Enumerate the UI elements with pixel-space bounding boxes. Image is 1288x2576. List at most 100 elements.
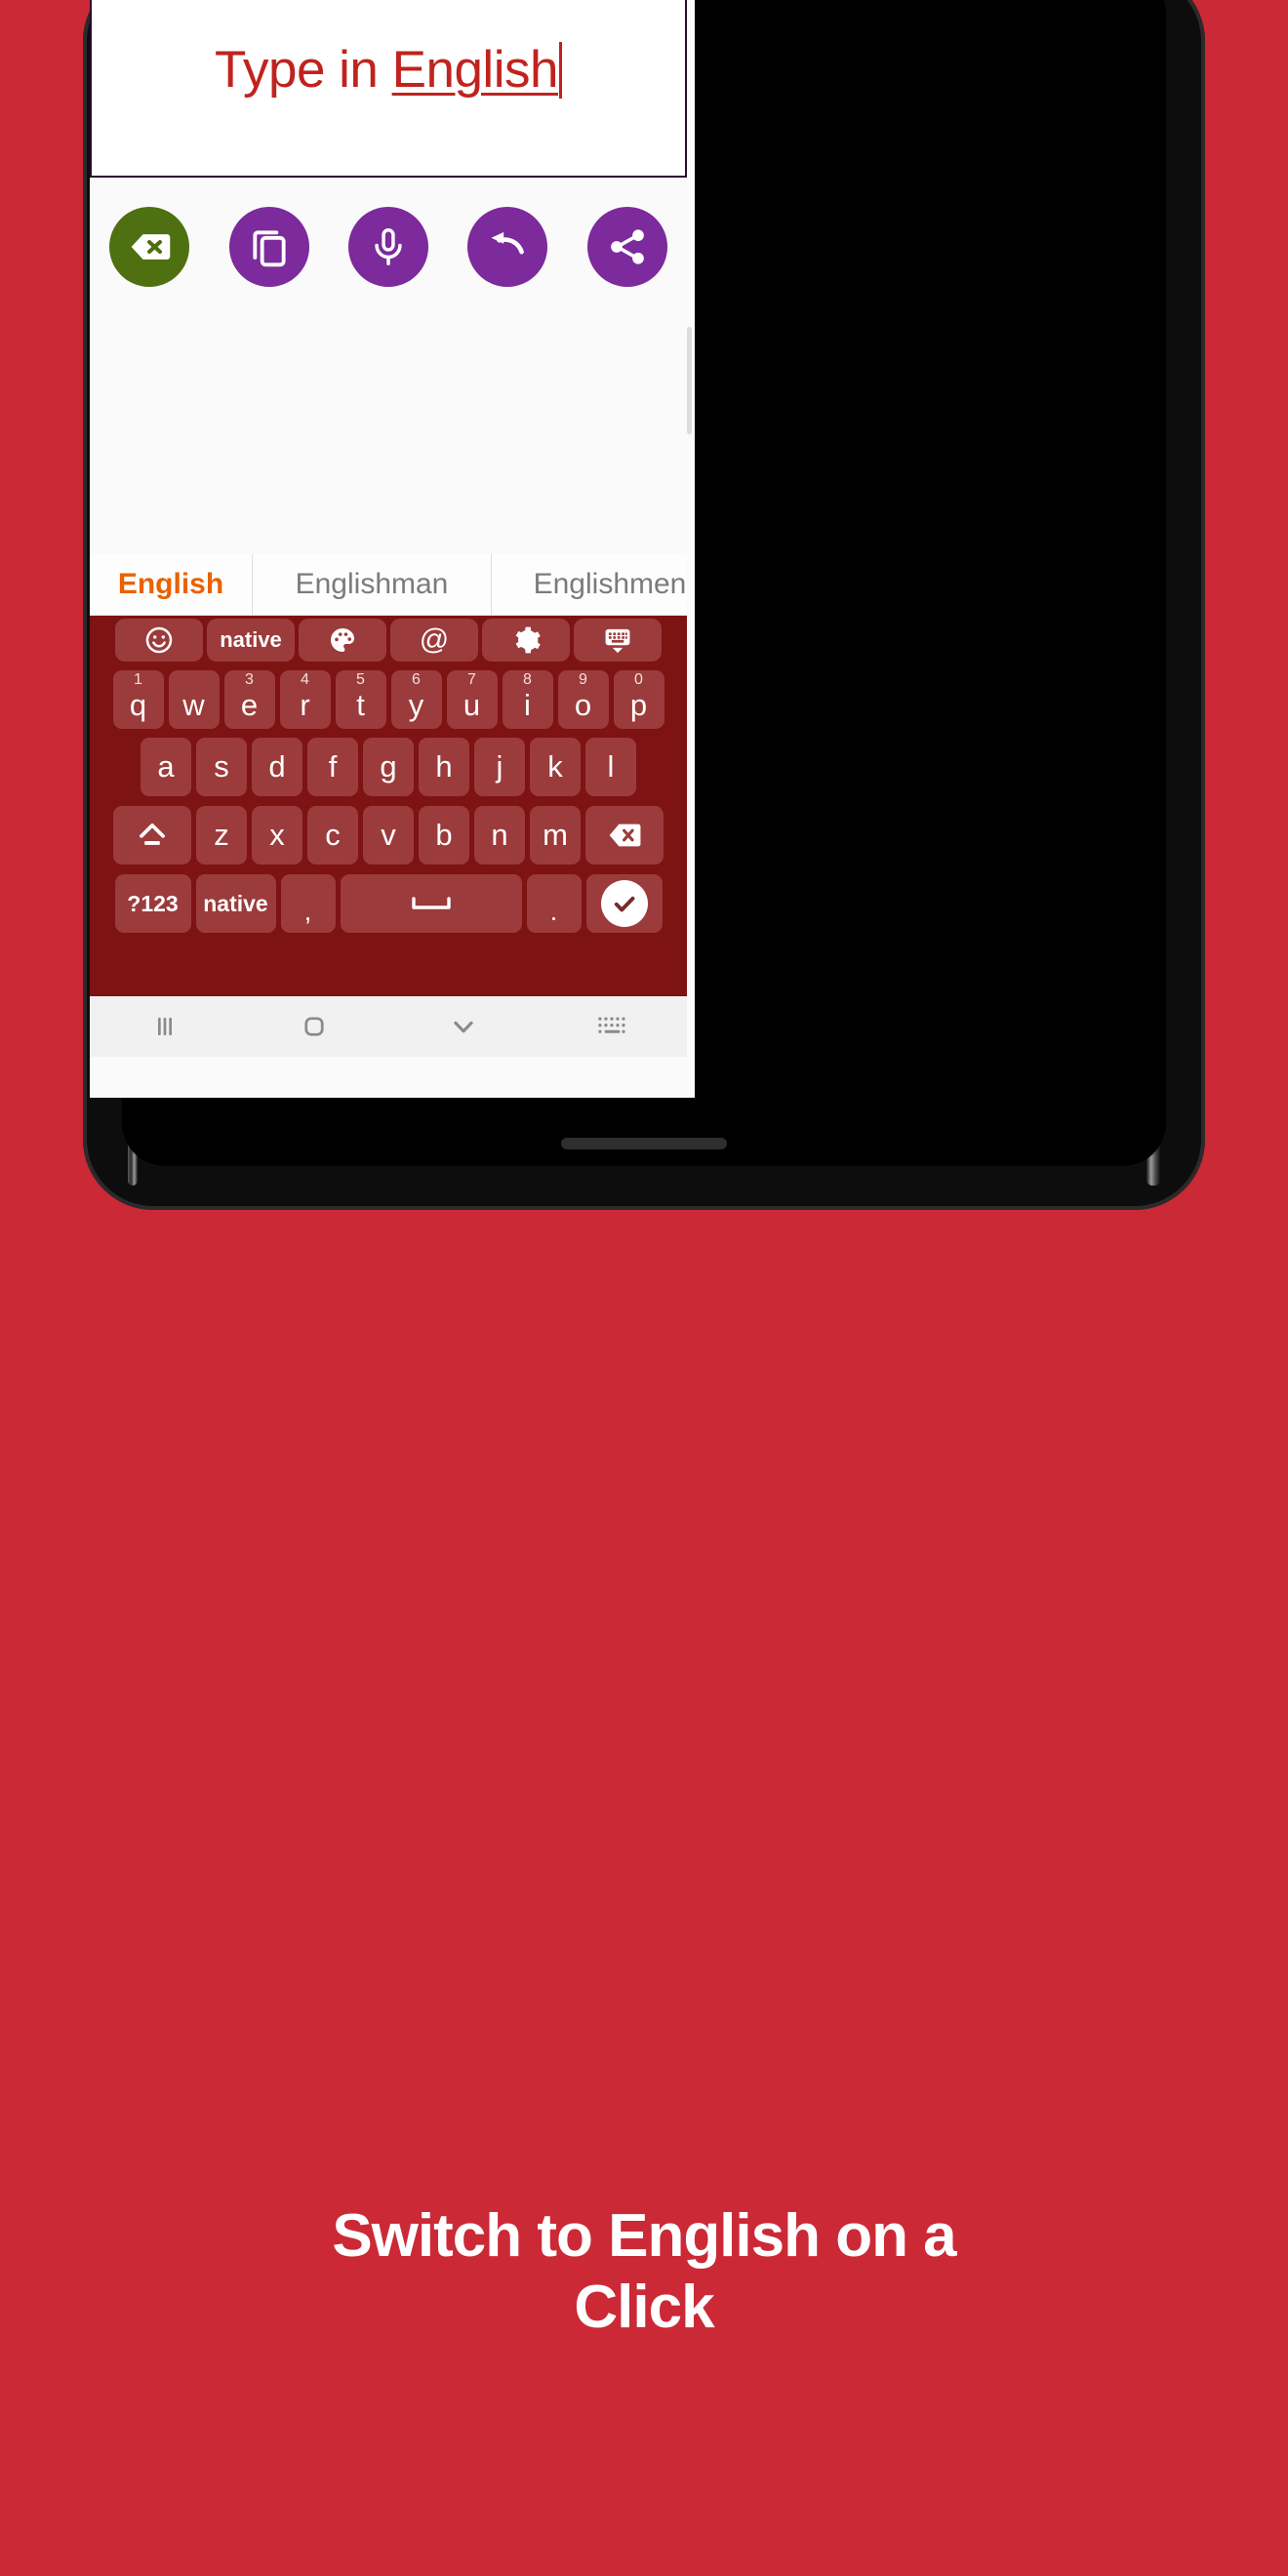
key-g[interactable]: g [363,738,414,796]
shift-icon [140,823,165,845]
suggestion-item-2[interactable]: Englishmen [492,554,695,615]
comma-key[interactable]: , [280,874,336,933]
key-u-number: 7 [467,671,476,688]
key-p-number: 0 [634,671,643,688]
nav-hide-keyboard-button[interactable] [388,1009,538,1044]
at-symbol-key[interactable]: @ [390,619,478,662]
undo-icon [491,231,525,255]
nav-switch-keyboard-button[interactable] [538,1014,687,1039]
suggestion-item-0[interactable]: English [90,554,253,615]
key-c[interactable]: c [307,806,358,865]
key-w[interactable]: w [168,670,220,729]
gear-icon [515,626,541,654]
theme-palette-key[interactable] [299,619,386,662]
check-icon [614,896,634,912]
language-switch-key[interactable]: native [195,874,276,933]
share-button[interactable] [586,207,667,287]
key-z[interactable]: z [196,806,247,865]
copy-icon [252,230,286,267]
editor-text-prefix: Type in [215,40,392,99]
key-t-label: t [356,688,365,722]
space-icon [411,897,451,909]
key-x[interactable]: x [252,806,302,865]
text-caret [558,41,562,99]
hide-keyboard-icon [605,628,630,654]
keyboard-row-4: ?123 native , . [90,869,687,938]
nav-recents-button[interactable] [90,1010,239,1043]
key-j[interactable]: j [474,738,525,796]
backspace-key[interactable] [585,806,664,865]
emoji-key[interactable] [115,619,203,662]
space-key[interactable] [340,874,522,933]
key-b[interactable]: b [419,806,469,865]
key-m[interactable]: m [530,806,581,865]
key-a[interactable]: a [141,738,191,796]
keyboard-row-2: a s d f g h j k l [90,733,687,801]
key-h[interactable]: h [419,738,469,796]
system-navigation-bar [90,996,687,1057]
keyboard-row-1: 1 q w 3 e 4 r 5 t 6 y 7 u 8 i 9 o 0 p [90,664,687,733]
settings-key[interactable] [482,619,570,662]
scrollbar-thumb[interactable] [687,327,692,434]
promo-caption: Switch to English on a Click [0,2200,1288,2343]
key-r[interactable]: 4 r [279,670,331,729]
period-key[interactable]: . [526,874,582,933]
copy-button[interactable] [228,207,309,287]
key-i-label: i [524,688,531,722]
key-o-number: 9 [579,671,587,688]
editor-empty-space [90,301,687,564]
key-e-number: 3 [245,671,254,688]
text-editor-field[interactable]: Type in English [90,0,687,178]
voice-input-button[interactable] [347,207,428,287]
editor-text-underlined: English [391,40,559,99]
emoji-icon [145,626,173,654]
key-o-label: o [574,688,592,722]
key-i[interactable]: 8 i [502,670,553,729]
key-w-label: w [182,688,205,722]
keyboard-toolbar-row: native @ [90,616,687,664]
key-r-label: r [300,688,310,722]
symbols-key[interactable]: ?123 [114,874,191,933]
shift-key[interactable] [113,806,191,865]
key-p[interactable]: 0 p [613,670,664,729]
key-y[interactable]: 6 y [390,670,442,729]
app-screen: Type in English English Englishman Engli… [90,0,695,1098]
native-language-toolbar-key[interactable]: native [207,619,295,662]
nav-home-button[interactable] [239,1010,388,1043]
key-n[interactable]: n [474,806,525,865]
key-d[interactable]: d [252,738,302,796]
key-s[interactable]: s [196,738,247,796]
key-l[interactable]: l [585,738,636,796]
key-y-label: y [408,688,424,722]
promo-screenshot: Type in English English Englishman Engli… [0,0,1288,2576]
undo-button[interactable] [467,207,548,287]
key-r-number: 4 [301,671,309,688]
key-t-number: 5 [356,671,365,688]
key-f[interactable]: f [307,738,358,796]
suggestion-item-1[interactable]: Englishman [253,554,492,615]
microphone-icon [375,228,402,265]
editor-text: Type in English [215,40,562,100]
key-i-number: 8 [523,671,532,688]
enter-key[interactable] [585,874,663,933]
recents-icon [157,1017,172,1036]
clear-text-button[interactable] [109,207,190,287]
key-e[interactable]: 3 e [223,670,275,729]
share-icon [610,229,644,264]
backspace-icon [131,234,171,260]
keyboard-row-3: z x c v b n m [90,801,687,869]
hide-keyboard-key[interactable] [574,619,662,662]
key-t[interactable]: 5 t [335,670,386,729]
phone-bottom-speaker [561,1138,727,1149]
home-icon [303,1017,324,1036]
key-q[interactable]: 1 q [112,670,164,729]
key-u[interactable]: 7 u [446,670,498,729]
key-e-label: e [240,688,259,722]
key-k[interactable]: k [530,738,581,796]
key-v[interactable]: v [363,806,414,865]
key-o[interactable]: 9 o [557,670,609,729]
key-q-number: 1 [134,671,142,688]
suggestion-bar: English Englishman Englishmen Eng [90,554,687,616]
action-button-row [90,193,687,301]
virtual-keyboard: native @ 1 q w 3 e 4 r 5 t 6 y 7 u 8 i 9… [90,616,687,996]
